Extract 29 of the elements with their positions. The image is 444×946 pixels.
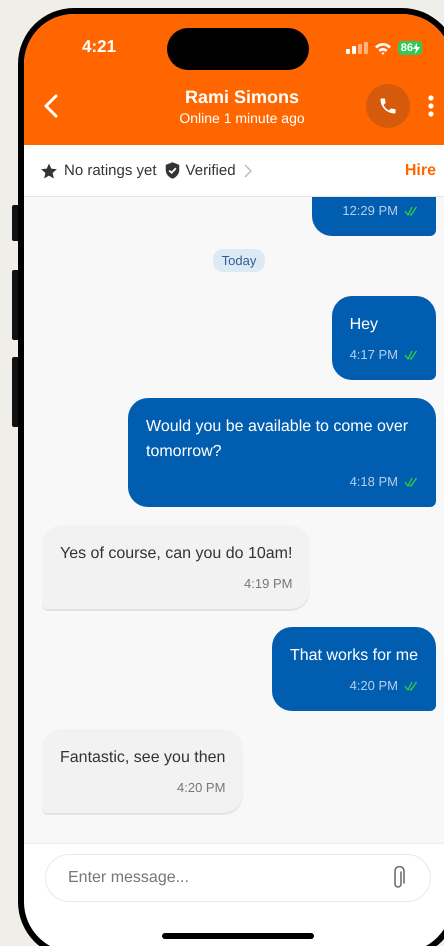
call-button[interactable]	[366, 84, 410, 128]
message-time: 4:17 PM	[350, 347, 398, 362]
rating-text: No ratings yet	[64, 162, 157, 179]
message-text: Yes of course, can you do 10am!	[60, 544, 292, 564]
online-status: Online 1 minute ago	[179, 110, 305, 126]
message-text: That works for me	[290, 646, 418, 666]
hire-link[interactable]: Hire	[404, 162, 436, 180]
message-time: 4:20 PM	[177, 780, 226, 795]
message-time: 12:29 PM	[342, 203, 398, 218]
chevron-icon[interactable]	[244, 164, 252, 178]
star-icon	[40, 162, 58, 180]
status-time: 4:21	[82, 37, 116, 57]
message-text: Fantastic, see you then	[60, 748, 226, 768]
message-text: Would you be available to come over tomorrow?	[146, 417, 410, 462]
shield-check-icon	[164, 162, 180, 179]
message-input[interactable]: Enter message...	[45, 854, 431, 902]
verified-text: Verified	[186, 162, 236, 179]
contact-name: Rami Simons	[184, 86, 300, 108]
more-icon[interactable]	[428, 95, 434, 117]
message-text: Hey	[350, 315, 380, 335]
signal-icon	[346, 42, 368, 54]
date-chip: Today	[212, 249, 266, 272]
message-time: 4:20 PM	[350, 678, 398, 693]
battery-icon: 86	[398, 41, 422, 55]
phone-icon	[378, 96, 398, 116]
wifi-icon	[374, 42, 392, 54]
message-time: 4:18 PM	[350, 474, 398, 489]
message-time: 4:19 PM	[244, 576, 292, 591]
back-icon[interactable]	[44, 94, 58, 118]
